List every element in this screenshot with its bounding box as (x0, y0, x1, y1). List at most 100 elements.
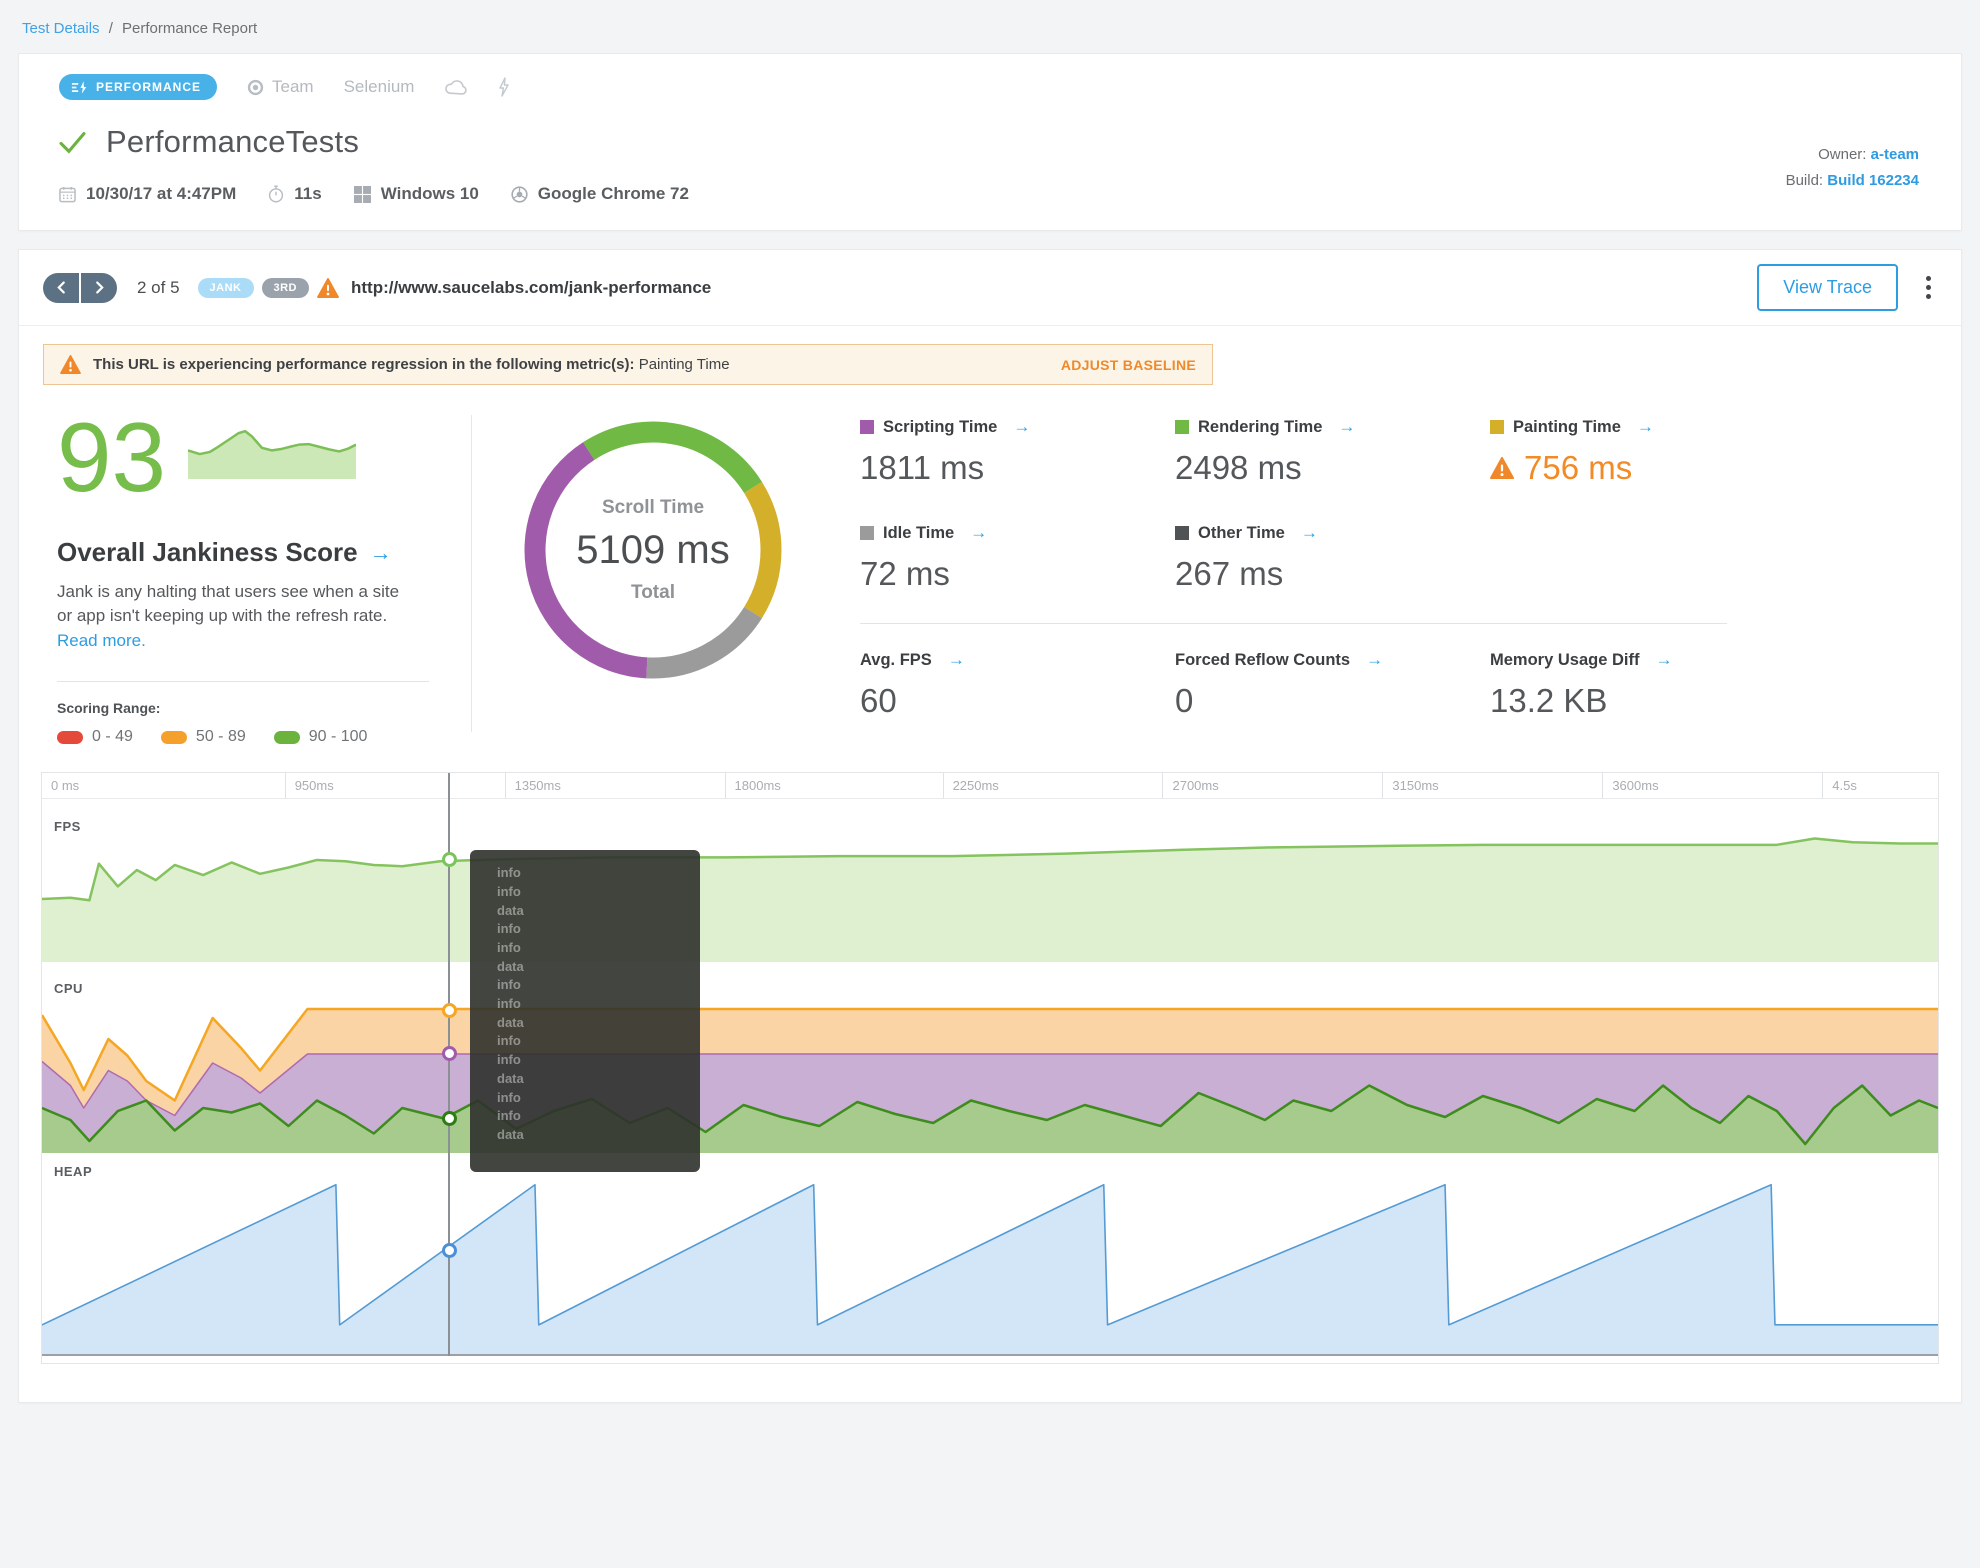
tooltip-row-data-2: data (497, 902, 524, 918)
current-url: http://www.saucelabs.com/jank-performanc… (351, 277, 712, 297)
jankiness-score-title: Overall Jankiness Score (57, 537, 358, 568)
metric-memory-usage-diff: Memory Usage Diff → 13.2 KB (1490, 650, 1805, 720)
windows-icon (353, 185, 371, 203)
owner-link[interactable]: a-team (1871, 146, 1919, 163)
metric-value: 72 ms (860, 555, 1175, 593)
donut-label-bottom: Total (631, 581, 675, 603)
breadcrumb-separator: / (108, 20, 113, 37)
jankiness-title-row: Overall Jankiness Score → (57, 537, 449, 568)
os-item: Windows 10 (353, 184, 479, 204)
heap-chart (42, 1183, 1938, 1357)
metrics-row-2: Idle Time → 72 ms Other Time → 267 ms (860, 523, 1937, 593)
tooltip-row-info-7: info (497, 996, 521, 1012)
metric-value: 0 (1175, 682, 1490, 720)
metric-color-swatch (860, 420, 874, 434)
stopwatch-icon (268, 185, 284, 203)
metric-link-arrow[interactable]: → (1655, 650, 1672, 670)
metric-link-arrow[interactable]: → (1637, 417, 1654, 437)
donut-label-top: Scroll Time (601, 496, 705, 518)
breadcrumb: Test Details / Performance Report (0, 0, 1980, 53)
performance-badge-label: PERFORMANCE (96, 80, 202, 94)
more-options-button[interactable] (1920, 270, 1937, 305)
cloud-icon (444, 79, 468, 95)
metric-link-arrow[interactable]: → (948, 650, 965, 670)
owner-line: Owner: a-team (1786, 142, 1919, 168)
prev-url-button[interactable] (43, 272, 79, 303)
scoring-range-50-89: 50 - 89 (160, 728, 246, 746)
browser-item: Google Chrome 72 (511, 184, 689, 204)
banner-message-bold: This URL is experiencing performance reg… (93, 356, 635, 373)
cursor-marker-cpu-purple (441, 1045, 457, 1061)
metric-color-swatch (1175, 526, 1189, 540)
metric-label: Rendering Time (1198, 417, 1323, 436)
jankiness-description: Jank is any halting that users see when … (57, 582, 400, 625)
scoring-range-legend: 0 - 49 50 - 89 90 - 100 (57, 728, 449, 746)
metric-link-arrow[interactable]: → (1366, 650, 1383, 670)
metric-link-arrow[interactable]: → (1338, 417, 1355, 437)
view-trace-button[interactable]: View Trace (1757, 264, 1898, 311)
metrics-row-1: Scripting Time → 1811 ms Rendering Time → 249… (860, 417, 1937, 487)
owner-label: Owner: (1818, 146, 1867, 163)
metric-avg-fps: Avg. FPS → 60 (860, 650, 1175, 720)
jankiness-score-value: 93 (57, 402, 167, 512)
third-party-tag: 3RD (261, 277, 310, 298)
jankiness-link-arrow[interactable]: → (370, 540, 392, 566)
score-sparkline-chart (188, 427, 357, 479)
metric-head: Other Time → (1175, 523, 1490, 543)
metric-label: Memory Usage Diff (1490, 650, 1640, 669)
regression-banner: This URL is experiencing performance reg… (43, 344, 1213, 385)
performance-report-card: 2 of 5 JANK 3RD http://www.saucelabs.com… (18, 249, 1962, 1404)
cpu-lane-label: CPU (54, 981, 83, 997)
build-label: Build: (1785, 172, 1824, 189)
banner-message: This URL is experiencing performance reg… (93, 356, 730, 373)
metric-rendering-time: Rendering Time → 2498 ms (1175, 417, 1490, 487)
lightning-icon (497, 77, 511, 97)
chrome-icon (511, 185, 528, 203)
read-more-link[interactable]: Read more. (57, 631, 146, 651)
performance-icon (71, 80, 89, 94)
metric-painting-time: Painting Time → 756 ms (1490, 417, 1805, 487)
range-swatch (273, 730, 300, 744)
adjust-baseline-button[interactable]: ADJUST BASELINE (1061, 357, 1196, 373)
metric-value-text: 72 ms (860, 555, 950, 592)
metric-head: Rendering Time → (1175, 417, 1490, 437)
metric-value: 60 (860, 682, 1175, 720)
metric-link-arrow[interactable]: → (970, 523, 987, 543)
tooltip-row-info-6: info (497, 977, 521, 993)
breadcrumb-link-test-details[interactable]: Test Details (22, 20, 100, 37)
banner-metric: Painting Time (638, 356, 730, 373)
axis-tick-3600ms: 3600ms (1602, 773, 1822, 799)
metric-color-swatch (860, 526, 874, 540)
banner-warning-icon (60, 355, 81, 374)
url-position: 2 of 5 (137, 277, 180, 297)
metric-link-arrow[interactable]: → (1301, 523, 1318, 543)
scoring-range-90-100: 90 - 100 (273, 728, 368, 746)
test-header-card: PERFORMANCE Team Selenium PerformanceTes… (18, 53, 1962, 231)
axis-tick-1800ms: 1800ms (724, 773, 943, 799)
scroll-time-donut: Scroll Time 5109 ms Total (520, 417, 786, 683)
metric-value: 267 ms (1175, 555, 1490, 593)
tooltip-row-info-1: info (497, 883, 521, 899)
tooltip-row-info-13: info (497, 1108, 521, 1124)
tooltip-row-info-0: info (497, 865, 521, 881)
metric-color-swatch (1490, 420, 1504, 434)
left-divider (57, 681, 429, 683)
tooltip-row-info-10: info (497, 1052, 521, 1068)
performance-badge: PERFORMANCE (59, 74, 218, 100)
next-url-button[interactable] (81, 272, 117, 303)
metric-warning-icon (1490, 457, 1514, 479)
metric-value-text: 267 ms (1175, 555, 1284, 592)
timeline-section[interactable]: 0 ms 950ms 1350ms 1800ms 2250ms 2700ms 3150ms 3… (41, 772, 1939, 1365)
timeline-tooltip: info info data info info data info info data info… (470, 850, 700, 1173)
heap-lane-label: HEAP (54, 1164, 93, 1180)
owner-block: Owner: a-team Build: Build 162234 (1786, 142, 1919, 194)
build-link[interactable]: Build 162234 (1827, 172, 1919, 189)
check-icon (59, 131, 86, 154)
range-label: 90 - 100 (308, 728, 368, 746)
metric-link-arrow[interactable]: → (1013, 417, 1030, 437)
metric-value-text: 756 ms (1524, 449, 1633, 486)
metric-value: 13.2 KB (1490, 682, 1805, 720)
metric-value-text: 0 (1175, 682, 1194, 719)
cursor-marker-cpu-green (441, 1110, 457, 1126)
build-line: Build: Build 162234 (1786, 168, 1919, 194)
